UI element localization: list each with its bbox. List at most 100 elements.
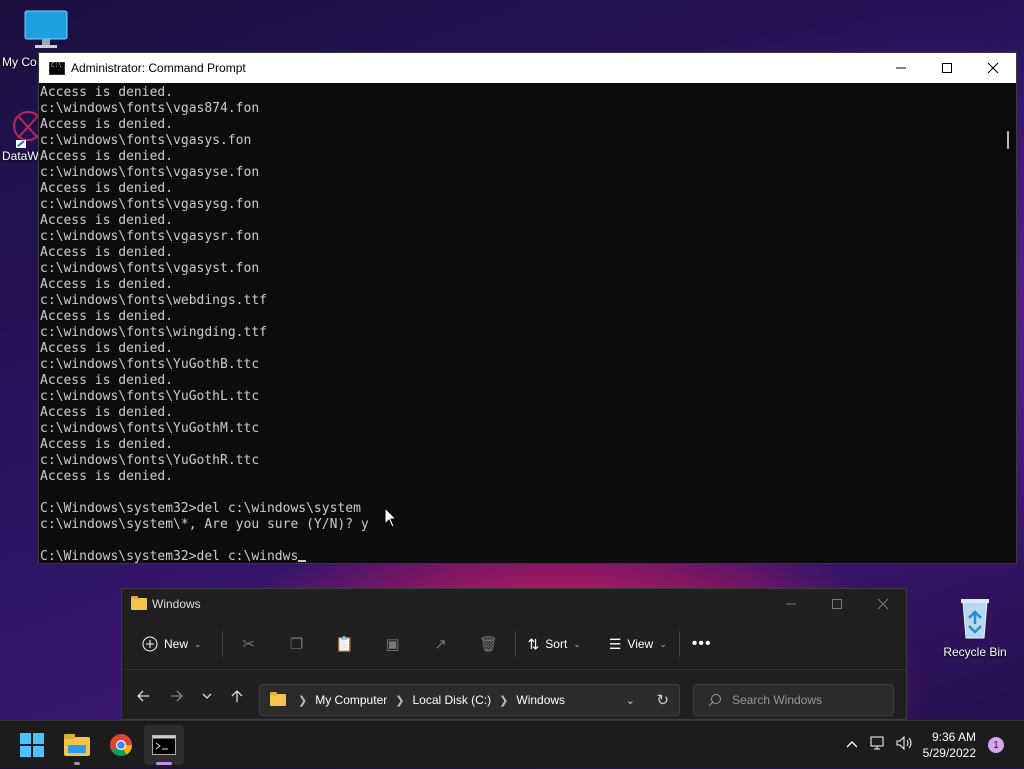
console-line: Access is denied. [40,405,174,420]
breadcrumb-local-disk[interactable]: Local Disk (C:) [412,693,491,707]
command-prompt-window[interactable]: Administrator: Command Prompt Access is … [38,52,1017,564]
chevron-down-icon: ⌄ [573,638,581,649]
breadcrumb-my-computer[interactable]: My Computer [315,693,387,707]
cmd-window-title: Administrator: Command Prompt [71,61,246,75]
arrow-up-icon [231,690,243,702]
taskbar-command-prompt[interactable] [144,725,184,765]
divider [221,631,223,657]
copy-icon[interactable]: ❐ [283,630,311,658]
new-button[interactable]: New ⌄ [142,636,202,652]
share-icon[interactable]: ↗ [427,630,455,658]
chevron-up-icon [846,741,858,748]
console-scrollbar[interactable] [1000,83,1016,563]
address-dropdown-icon[interactable]: ⌄ [626,694,635,707]
console-line: Access is denied. [40,469,174,484]
console-line: Access is denied. [40,437,174,452]
chrome-icon [110,734,132,756]
maximize-button[interactable] [814,589,860,619]
minimize-button[interactable] [878,53,924,83]
notification-badge[interactable]: 1 [988,737,1004,753]
folder-icon [270,692,286,706]
show-hidden-icons-button[interactable] [846,736,858,754]
console-line: Access is denied. [40,181,174,196]
mouse-cursor-icon [384,507,398,528]
clock[interactable]: 9:36 AM 5/29/2022 [923,729,976,761]
console-line: Access is denied. [40,309,174,324]
close-button[interactable] [860,589,906,619]
console-line: Access is denied. [40,213,174,228]
volume-icon[interactable] [896,735,914,755]
speaker-glyph [896,735,912,750]
network-icon[interactable] [870,736,886,755]
running-indicator [74,762,80,765]
back-button[interactable] [128,681,158,711]
console-prompt-line[interactable]: C:\Windows\system32>del c:\windws [40,549,1000,563]
sort-icon: ⇅ [527,635,540,652]
close-icon [877,598,889,610]
paste-icon[interactable]: 📋 [331,630,359,658]
console-line: c:\windows\fonts\vgas874.fon [40,101,260,116]
explorer-window-title: Windows [152,597,201,611]
running-indicator [156,762,172,765]
search-box[interactable]: Search Windows [693,684,894,716]
address-bar[interactable]: ❯ My Computer ❯ Local Disk (C:) ❯ Window… [259,684,680,716]
console-line: c:\windows\fonts\vgasyse.fon [40,165,260,180]
cmd-titlebar[interactable]: Administrator: Command Prompt [39,53,1016,83]
desktop-icon-recycle-bin[interactable]: Recycle Bin [937,596,1013,659]
view-label: View [627,637,654,651]
file-explorer-window[interactable]: Windows New ⌄ ✂ ❐ 📋 ▣ ↗ 🗑 ⇅ Sort ⌄ ☰ Vie… [121,588,907,720]
console-line: Access is denied. [40,341,174,356]
search-icon [708,694,721,707]
new-label: New [164,637,189,651]
sort-button[interactable]: ⇅ Sort ⌄ [528,636,581,653]
monitor-icon [24,10,67,48]
cut-icon[interactable]: ✂ [235,630,263,658]
more-icon: ••• [691,635,712,652]
console-line: C:\Windows\system32>del c:\windows\syste… [40,501,361,516]
close-icon [987,62,999,74]
console-output[interactable]: Access is denied. c:\windows\fonts\vgas87… [39,83,1000,563]
explorer-titlebar[interactable]: Windows [122,589,906,619]
console-line: c:\windows\fonts\webdings.ttf [40,293,267,308]
delete-icon[interactable]: 🗑 [475,630,503,658]
dataw-app-icon [13,111,43,148]
windows-logo-icon [20,733,44,757]
minimize-button[interactable] [768,589,814,619]
maximize-icon [942,63,952,73]
forward-button[interactable] [162,681,192,711]
clock-date: 5/29/2022 [922,746,976,760]
close-button[interactable] [970,53,1016,83]
console-line: Access is denied. [40,149,174,164]
desktop-icon-dataw[interactable]: DataW [0,108,43,163]
taskbar-file-explorer[interactable] [57,725,97,765]
explorer-command-bar: New ⌄ ✂ ❐ 📋 ▣ ↗ 🗑 ⇅ Sort ⌄ ☰ View ⌄ ••• [122,619,906,670]
sort-label: Sort [545,637,568,651]
divider [678,631,680,657]
chevron-down-icon: ⌄ [659,638,667,649]
breadcrumb-windows[interactable]: Windows [516,693,565,707]
minimize-icon [896,67,906,69]
recent-locations-button[interactable] [192,681,222,711]
console-line: Access is denied. [40,373,174,388]
up-button[interactable] [222,681,252,711]
chevron-down-icon: ⌄ [194,638,202,649]
view-button[interactable]: ☰ View ⌄ [609,636,667,653]
maximize-button[interactable] [924,53,970,83]
file-explorer-icon [64,734,90,756]
refresh-icon[interactable]: ↻ [656,691,669,709]
chevron-down-icon [202,693,212,699]
start-button[interactable] [12,725,52,765]
maximize-icon [832,599,842,609]
scrollbar-thumb[interactable] [1007,131,1009,149]
desktop-icon-label: DataW [2,149,39,163]
network-icon-glyph [870,736,884,749]
desktop-icon-label: Recycle Bin [943,645,1007,659]
console-line: Access is denied. [40,117,174,132]
rename-icon[interactable]: ▣ [379,630,407,658]
see-more-button[interactable]: ••• [692,635,712,653]
taskbar-chrome[interactable] [101,725,141,765]
console-line: c:\windows\fonts\wingding.ttf [40,325,267,340]
recycle-bin-icon [961,599,989,639]
